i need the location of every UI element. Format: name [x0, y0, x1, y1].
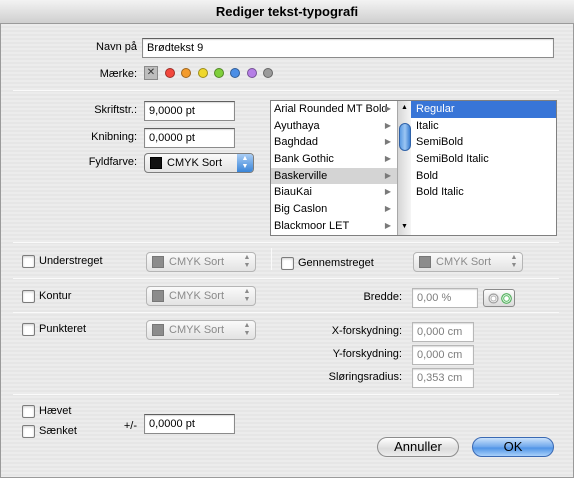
popup-arrows-icon: ▲ ▼: [510, 254, 518, 269]
outline-unit-button[interactable]: [483, 289, 515, 307]
font-family-item[interactable]: Baghdad ▶: [271, 134, 397, 151]
raised-label: Hævet: [39, 405, 72, 417]
font-family-scrollbar[interactable]: ▲ ▼: [397, 101, 411, 235]
outline-checkbox[interactable]: [22, 290, 35, 303]
strikethrough-label: Gennemstreget: [298, 257, 374, 269]
font-family-item[interactable]: Baskerville ▶: [271, 167, 397, 185]
outline-inner-icon: [488, 293, 499, 304]
y-offset-field[interactable]: 0,000 cm: [412, 345, 474, 365]
y-offset-label: Y-forskydning:: [332, 348, 402, 360]
submenu-arrow-icon: ▶: [384, 204, 391, 214]
scroll-thumb[interactable]: [399, 123, 411, 151]
outline-label: Kontur: [39, 290, 72, 302]
tag-color-dot[interactable]: [230, 68, 241, 78]
popup-arrows-icon: ▲ ▼: [237, 154, 253, 172]
font-style-item[interactable]: Regular: [411, 101, 556, 118]
font-style-item[interactable]: Bold: [411, 168, 556, 185]
popup-arrows-icon: ▲ ▼: [243, 254, 251, 269]
font-style-item[interactable]: SemiBold Italic: [411, 151, 556, 168]
tag-color-dot[interactable]: [246, 68, 257, 78]
separator: [13, 278, 559, 279]
name-field[interactable]: Brødtekst 9: [142, 38, 554, 58]
separator: [13, 394, 559, 395]
tag-color-dot[interactable]: [213, 68, 224, 78]
dialog-body: Navn på Brødtekst 9 Mærke: ✕ Skriftstr.:…: [0, 24, 574, 478]
font-family-list[interactable]: Arial Rounded MT Bold ▶ Ayuthaya ▶ Baghdad ▶ B…: [270, 100, 412, 236]
ok-button[interactable]: OK: [472, 437, 554, 457]
underline-checkbox[interactable]: [22, 255, 35, 268]
tag-color-dot[interactable]: [262, 68, 273, 78]
tag-color-dot[interactable]: [197, 68, 208, 78]
lowered-checkbox[interactable]: [22, 425, 35, 438]
scroll-down-icon[interactable]: ▼: [401, 223, 408, 230]
outline-width-label: Bredde:: [363, 291, 402, 303]
kerning-label: Knibning:: [91, 131, 137, 143]
tag-color-dot[interactable]: [181, 68, 192, 78]
submenu-arrow-icon: ▶: [384, 170, 391, 180]
font-style-item[interactable]: SemiBold: [411, 134, 556, 151]
submenu-arrow-icon: ▶: [384, 120, 391, 130]
kerning-field[interactable]: 0,0000 pt: [144, 128, 235, 148]
font-style-item[interactable]: Italic: [411, 118, 556, 135]
font-family-item[interactable]: Bank Gothic ▶: [271, 151, 397, 168]
font-size-label: Skriftstr.:: [94, 104, 137, 116]
x-offset-label: X-forskydning:: [331, 325, 402, 337]
fill-color-swatch: [150, 157, 162, 169]
underline-label: Understreget: [39, 255, 103, 267]
separator: [13, 242, 559, 243]
font-size-field[interactable]: 9,0000 pt: [144, 101, 235, 121]
offset-field[interactable]: 0,0000 pt: [144, 414, 235, 434]
font-family-item[interactable]: Blackmoor LET ▶: [271, 218, 397, 235]
font-family-item[interactable]: BiauKai ▶: [271, 184, 397, 201]
x-offset-field[interactable]: 0,000 cm: [412, 322, 474, 342]
font-style-list[interactable]: Regular Italic SemiBold SemiBold Italic Bold…: [411, 100, 557, 236]
font-style-item[interactable]: Bold Italic: [411, 184, 556, 201]
outline-outer-icon: [501, 293, 512, 304]
outline-color-popup[interactable]: CMYK Sort ▲ ▼: [146, 286, 256, 306]
fill-color-label: Fyldfarve:: [88, 156, 137, 168]
popup-arrows-icon: ▲ ▼: [243, 288, 251, 303]
raised-checkbox[interactable]: [22, 405, 35, 418]
submenu-arrow-icon: ▶: [384, 154, 391, 164]
dotted-label: Punkteret: [39, 323, 87, 335]
font-family-item[interactable]: Arial Rounded MT Bold ▶: [271, 101, 397, 118]
window-title: Rediger tekst-typografi: [0, 0, 574, 24]
tag-label: Mærke:: [99, 68, 137, 80]
popup-arrows-icon: ▲ ▼: [243, 322, 251, 337]
strikethrough-color-popup[interactable]: CMYK Sort ▲ ▼: [413, 252, 523, 272]
submenu-arrow-icon: ▶: [384, 187, 391, 197]
underline-color-popup[interactable]: CMYK Sort ▲ ▼: [146, 252, 256, 272]
separator: [13, 90, 559, 91]
submenu-arrow-icon: ▶: [384, 104, 391, 113]
submenu-arrow-icon: ▶: [384, 137, 391, 147]
font-family-item[interactable]: Ayuthaya ▶: [271, 118, 397, 135]
offset-label: +/-: [123, 420, 137, 432]
blur-radius-field[interactable]: 0,353 cm: [412, 368, 474, 388]
dotted-checkbox[interactable]: [22, 323, 35, 336]
fill-color-value: CMYK Sort: [167, 157, 223, 169]
fill-color-popup[interactable]: CMYK Sort ▲ ▼: [144, 153, 254, 173]
lowered-label: Sænket: [39, 425, 77, 437]
tag-none-button[interactable]: ✕: [144, 66, 158, 80]
cancel-button[interactable]: Annuller: [377, 437, 459, 457]
separator: [13, 312, 559, 313]
font-family-item[interactable]: Big Caslon ▶: [271, 201, 397, 218]
dotted-color-popup[interactable]: CMYK Sort ▲ ▼: [146, 320, 256, 340]
submenu-arrow-icon: ▶: [384, 220, 391, 230]
scroll-up-icon[interactable]: ▲: [401, 104, 408, 111]
outline-width-field[interactable]: 0,00 %: [412, 288, 478, 308]
name-label: Navn på: [96, 41, 137, 53]
tag-color-dot[interactable]: [165, 68, 175, 78]
separator: [271, 248, 272, 270]
strikethrough-checkbox[interactable]: [281, 257, 294, 270]
blur-radius-label: Sløringsradius:: [328, 371, 402, 383]
